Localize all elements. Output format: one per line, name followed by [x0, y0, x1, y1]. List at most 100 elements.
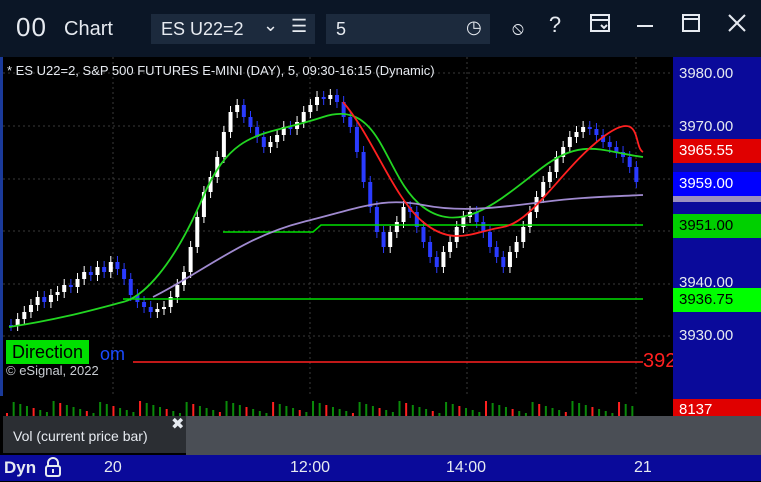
properties-icon-svg [590, 14, 610, 32]
volume-study-box[interactable]: Vol (current price bar) ✖ [3, 416, 186, 453]
candle-body [441, 252, 446, 267]
candle-body [454, 227, 459, 242]
price-tag-red: 3965.55 [673, 139, 761, 163]
volume-bar [445, 402, 448, 416]
volume-bar [252, 409, 255, 416]
candle-body [275, 135, 280, 142]
volume-bar [238, 405, 241, 416]
candle-body [607, 142, 612, 147]
volume-bar [551, 408, 554, 416]
volume-bar [418, 407, 421, 416]
chevron-down-icon[interactable]: ⌄ [263, 15, 278, 36]
symbol-selector[interactable]: ES U22=2 ⌄ ☰ [151, 14, 315, 44]
candle-body [594, 129, 599, 135]
maximize-button[interactable] [676, 12, 706, 46]
volume-bar [325, 405, 328, 416]
candle-body [162, 307, 167, 309]
candle-body [115, 262, 120, 269]
volume-bar [531, 402, 534, 416]
candle-body [361, 152, 366, 182]
time-label: 20 [104, 459, 122, 476]
volume-bar [112, 406, 115, 416]
candle-body [401, 207, 406, 222]
minimize-icon [637, 25, 653, 27]
volume-bar [285, 406, 288, 416]
candle-body [142, 302, 147, 307]
candle-body [567, 137, 572, 147]
candle-body [334, 95, 339, 102]
candle-body [241, 105, 246, 117]
volume-bar [491, 403, 494, 416]
volume-bar [465, 408, 468, 416]
interval-selector[interactable]: 5 ◷ [326, 14, 490, 44]
volume-bar [232, 403, 235, 416]
price-tick: 3970.00 [679, 118, 734, 135]
volume-bar [145, 403, 148, 416]
candle-body [634, 167, 639, 182]
candle-body [75, 279, 80, 287]
candle-body [268, 142, 273, 147]
volume-bar [185, 402, 188, 416]
volume-bar [451, 404, 454, 416]
volume-bar [119, 408, 122, 416]
close-study-icon[interactable]: ✖ [171, 414, 184, 434]
candle-body [394, 222, 399, 232]
volume-panel-footer [186, 416, 761, 455]
copyright-text: © eSignal, 2022 [6, 363, 99, 378]
time-label: 21 [634, 459, 652, 476]
volume-bar [618, 402, 621, 416]
volume-bar [79, 409, 82, 416]
candle-body [587, 127, 592, 129]
candle-body [507, 252, 512, 267]
candle-body [28, 305, 33, 312]
clock-icon[interactable]: ◷ [466, 17, 482, 38]
time-label: 12:00 [290, 459, 331, 476]
candle-body [381, 232, 386, 247]
time-axis[interactable]: Dyn 20 12:00 14:00 21 [0, 455, 761, 481]
volume-bar [198, 406, 201, 416]
candle-body [48, 295, 53, 302]
help-button[interactable]: ? [540, 12, 570, 46]
volume-bar [504, 407, 507, 416]
volume-bar [511, 409, 514, 416]
list-menu-icon[interactable]: ☰ [291, 16, 307, 37]
candle-body [128, 279, 133, 295]
minimize-button[interactable] [630, 12, 660, 46]
candle-body [22, 312, 27, 319]
close-button[interactable] [722, 12, 752, 46]
volume-bar [538, 404, 541, 416]
candle-body [102, 267, 107, 272]
volume-bar [152, 405, 155, 416]
volume-bar [318, 403, 321, 416]
properties-icon[interactable] [586, 12, 614, 46]
volume-bar [398, 401, 401, 416]
lock-icon[interactable] [44, 457, 62, 482]
moving-average-green [8, 113, 644, 328]
candle-body [374, 207, 379, 232]
candle-body [421, 227, 426, 242]
candle-body [448, 242, 453, 252]
volume-bar [358, 402, 361, 416]
candle-body [574, 132, 579, 137]
volume-bar [205, 408, 208, 416]
candle-body [368, 182, 373, 207]
draw-tool-icon[interactable]: ⦸ [504, 18, 532, 52]
candle-body [261, 137, 266, 147]
candle-body [195, 217, 200, 247]
red-level-label: 392 [643, 350, 677, 372]
volume-bar [338, 409, 341, 416]
volume-bar [72, 407, 75, 416]
volume-bar [571, 401, 574, 416]
candle-body [108, 262, 113, 272]
volume-bar [25, 406, 28, 416]
candle-body [581, 127, 586, 132]
volume-bars [6, 401, 634, 416]
candle-body [315, 97, 320, 105]
moving-average-red [342, 101, 644, 237]
dynamic-mode-label[interactable]: Dyn [4, 458, 36, 478]
price-axis[interactable]: 3980.00 3970.00 3940.00 3930.00 3956.58 … [673, 57, 761, 396]
candle-body [248, 117, 253, 127]
volume-bar [245, 407, 248, 416]
candle-body [221, 132, 226, 157]
volume-bar [584, 405, 587, 416]
